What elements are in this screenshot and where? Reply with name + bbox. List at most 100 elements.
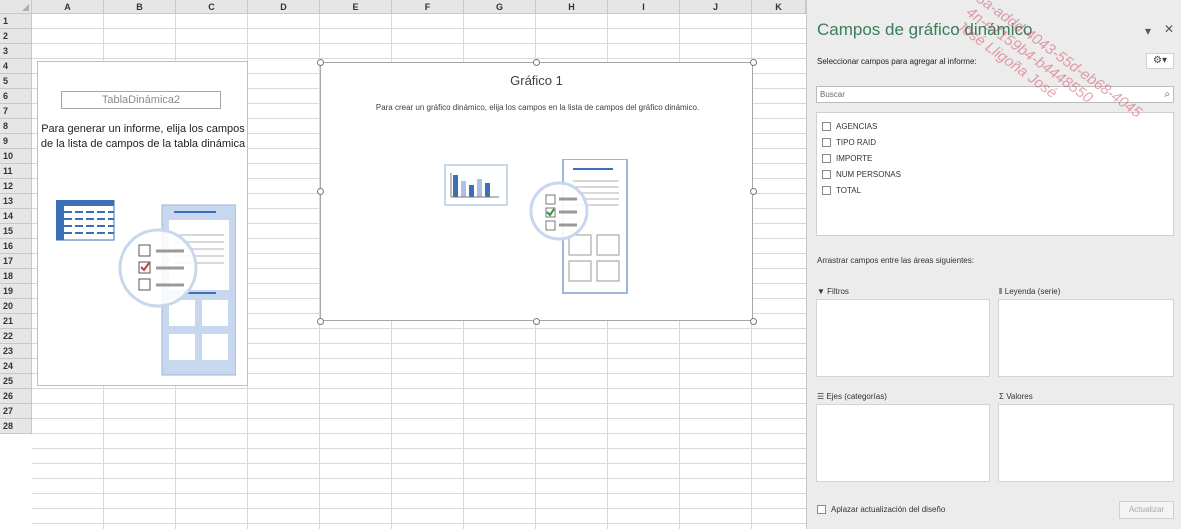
search-placeholder: Buscar bbox=[820, 90, 845, 99]
field-label: IMPORTE bbox=[836, 154, 873, 163]
field-item-agencias[interactable]: AGENCIAS bbox=[822, 120, 877, 133]
row-header-12[interactable]: 12 bbox=[0, 179, 32, 194]
field-item-tipo-raid[interactable]: TIPO RAID bbox=[822, 136, 876, 149]
defer-checkbox[interactable] bbox=[817, 505, 826, 515]
row-header-19[interactable]: 19 bbox=[0, 284, 32, 299]
resize-handle-bottom-right[interactable] bbox=[750, 318, 757, 325]
column-header-e[interactable]: E bbox=[320, 0, 392, 14]
table-grid-icon bbox=[56, 200, 115, 241]
column-header-h[interactable]: H bbox=[536, 0, 608, 14]
column-header-f[interactable]: F bbox=[392, 0, 464, 14]
values-drop-area[interactable] bbox=[998, 404, 1174, 482]
resize-handle-bottom[interactable] bbox=[533, 318, 540, 325]
row-header-9[interactable]: 9 bbox=[0, 134, 32, 149]
row-header-20[interactable]: 20 bbox=[0, 299, 32, 314]
row-header-28[interactable]: 28 bbox=[0, 419, 32, 434]
column-header-i[interactable]: I bbox=[608, 0, 680, 14]
row-header-25[interactable]: 25 bbox=[0, 374, 32, 389]
checkbox[interactable] bbox=[822, 122, 831, 132]
pivot-chart-placeholder[interactable]: Gráfico 1 Para crear un gráfico dinámico… bbox=[320, 62, 753, 321]
rows-icon: ☰ bbox=[817, 392, 825, 401]
filters-area-label: ▼ Filtros bbox=[817, 287, 849, 296]
column-header-g[interactable]: G bbox=[464, 0, 536, 14]
columns-icon: ⦀ bbox=[999, 287, 1003, 296]
resize-handle-bottom-left[interactable] bbox=[317, 318, 324, 325]
axes-area-label: ☰ Ejes (categorías) bbox=[817, 392, 887, 401]
row-header-26[interactable]: 26 bbox=[0, 389, 32, 404]
axes-drop-area[interactable] bbox=[816, 404, 990, 482]
corner-triangle-icon bbox=[22, 4, 29, 11]
chart-illustration bbox=[444, 159, 628, 294]
pane-title: Campos de gráfico dinámico bbox=[817, 20, 1033, 39]
row-header-13[interactable]: 13 bbox=[0, 194, 32, 209]
field-list-icon bbox=[529, 159, 628, 294]
row-header-24[interactable]: 24 bbox=[0, 359, 32, 374]
row-header-1[interactable]: 1 bbox=[0, 14, 32, 29]
gear-icon[interactable]: ⚙▾ bbox=[1146, 53, 1174, 69]
pane-options-dropdown-icon[interactable]: ▾ bbox=[1145, 24, 1151, 38]
column-header-c[interactable]: C bbox=[176, 0, 248, 14]
pane-subtitle: Seleccionar campos para agregar al infor… bbox=[817, 57, 977, 66]
filter-icon: ▼ bbox=[817, 287, 825, 296]
row-header-18[interactable]: 18 bbox=[0, 269, 32, 284]
defer-update-option[interactable]: Aplazar actualización del diseño bbox=[817, 504, 945, 516]
row-header-3[interactable]: 3 bbox=[0, 44, 32, 59]
row-header-7[interactable]: 7 bbox=[0, 104, 32, 119]
column-header-b[interactable]: B bbox=[104, 0, 176, 14]
chart-title: Gráfico 1 bbox=[510, 73, 563, 88]
checkbox[interactable] bbox=[822, 186, 831, 196]
row-header-22[interactable]: 22 bbox=[0, 329, 32, 344]
column-header-j[interactable]: J bbox=[680, 0, 752, 14]
legend-area-label: ⦀ Leyenda (serie) bbox=[999, 287, 1061, 296]
resize-handle-top[interactable] bbox=[533, 59, 540, 66]
filters-drop-area[interactable] bbox=[816, 299, 990, 377]
field-item-total[interactable]: TOTAL bbox=[822, 184, 861, 197]
column-header-a[interactable]: A bbox=[32, 0, 104, 14]
column-header-d[interactable]: D bbox=[248, 0, 320, 14]
pivot-table-name: TablaDinámica2 bbox=[61, 91, 221, 109]
row-header-27[interactable]: 27 bbox=[0, 404, 32, 419]
field-list-icon bbox=[118, 204, 236, 376]
resize-handle-top-left[interactable] bbox=[317, 59, 324, 66]
column-header-k[interactable]: K bbox=[752, 0, 806, 14]
row-header-23[interactable]: 23 bbox=[0, 344, 32, 359]
select-all-corner[interactable] bbox=[0, 0, 32, 14]
field-label: TOTAL bbox=[836, 186, 862, 195]
pivot-illustration bbox=[56, 200, 236, 376]
row-header-2[interactable]: 2 bbox=[0, 29, 32, 44]
row-header-5[interactable]: 5 bbox=[0, 74, 32, 89]
sum-icon: Σ bbox=[999, 392, 1004, 401]
checkbox[interactable] bbox=[822, 138, 831, 148]
row-header-6[interactable]: 6 bbox=[0, 89, 32, 104]
field-label: TIPO RAID bbox=[836, 138, 877, 147]
resize-handle-top-right[interactable] bbox=[750, 59, 757, 66]
row-header-10[interactable]: 10 bbox=[0, 149, 32, 164]
row-header-8[interactable]: 8 bbox=[0, 119, 32, 134]
pivot-chart-fields-pane: Campos de gráfico dinámico ▾ ✕ Seleccion… bbox=[806, 0, 1181, 529]
resize-handle-left[interactable] bbox=[317, 188, 324, 195]
update-button[interactable]: Actualizar bbox=[1119, 501, 1174, 519]
row-header-4[interactable]: 4 bbox=[0, 59, 32, 74]
field-label: NUM PERSONAS bbox=[836, 170, 901, 179]
checkbox[interactable] bbox=[822, 154, 831, 164]
close-icon[interactable]: ✕ bbox=[1164, 22, 1174, 36]
field-item-importe[interactable]: IMPORTE bbox=[822, 152, 872, 165]
row-header-14[interactable]: 14 bbox=[0, 209, 32, 224]
drag-areas-label: Arrastrar campos entre las áreas siguien… bbox=[817, 256, 974, 265]
row-header-11[interactable]: 11 bbox=[0, 164, 32, 179]
worksheet: A B C D E F G H I J K 1 2 3 4 5 6 7 8 9 … bbox=[0, 0, 806, 529]
row-header-15[interactable]: 15 bbox=[0, 224, 32, 239]
chart-message: Para crear un gráfico dinámico, elija lo… bbox=[375, 103, 700, 112]
row-header-21[interactable]: 21 bbox=[0, 314, 32, 329]
row-header-16[interactable]: 16 bbox=[0, 239, 32, 254]
row-header-17[interactable]: 17 bbox=[0, 254, 32, 269]
search-icon: ⌕ bbox=[1164, 89, 1170, 100]
legend-drop-area[interactable] bbox=[998, 299, 1174, 377]
resize-handle-right[interactable] bbox=[750, 188, 757, 195]
checkbox[interactable] bbox=[822, 170, 831, 180]
pivot-table-placeholder[interactable]: TablaDinámica2 Para generar un informe, … bbox=[37, 61, 248, 386]
search-input[interactable]: Buscar ⌕ bbox=[816, 86, 1174, 103]
field-label: AGENCIAS bbox=[836, 122, 878, 131]
field-item-num-personas[interactable]: NUM PERSONAS bbox=[822, 168, 901, 181]
field-list: AGENCIAS TIPO RAID IMPORTE NUM PERSONAS … bbox=[816, 112, 1174, 236]
